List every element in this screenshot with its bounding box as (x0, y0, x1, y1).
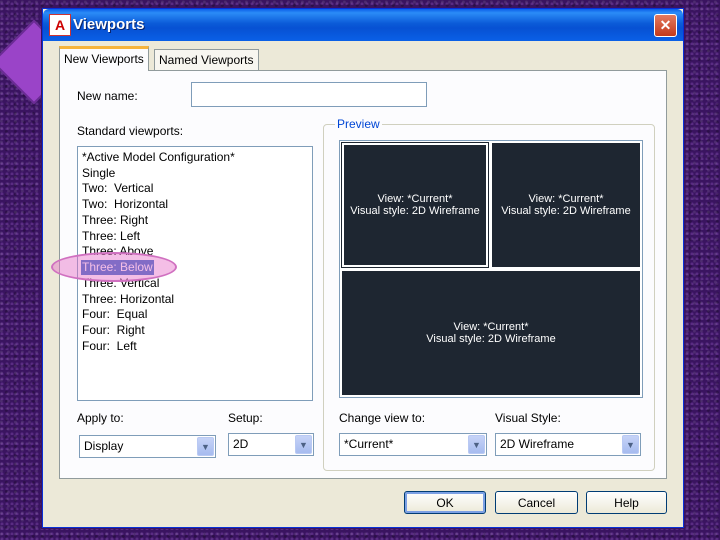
list-item[interactable]: Three: Horizontal (81, 292, 175, 307)
viewport-style-text: Visual style: 2D Wireframe (350, 205, 480, 217)
chevron-down-icon[interactable]: ▼ (197, 437, 214, 456)
new-name-label: New name: (77, 89, 138, 103)
change-view-to-value: *Current* (344, 437, 394, 451)
preview-viewport-bottom[interactable]: View: *Current* Visual style: 2D Wirefra… (342, 271, 640, 395)
setup-value: 2D (233, 437, 249, 451)
setup-label: Setup: (228, 411, 263, 425)
viewport-view-text: View: *Current* (528, 193, 604, 205)
title-bar[interactable]: A Viewports ✕ (43, 9, 683, 41)
list-item[interactable]: Three: Left (81, 229, 141, 244)
chevron-down-icon[interactable]: ▼ (295, 435, 312, 454)
list-item[interactable]: Four: Right (81, 323, 146, 338)
viewport-view-text: View: *Current* (377, 193, 453, 205)
viewport-view-text: View: *Current* (453, 321, 529, 333)
cancel-button[interactable]: Cancel (495, 491, 578, 514)
tab-named-viewports[interactable]: Named Viewports (154, 49, 259, 70)
preview-label: Preview (335, 117, 382, 131)
list-item[interactable]: Four: Equal (81, 307, 148, 322)
preview-viewport-top-left[interactable]: View: *Current* Visual style: 2D Wirefra… (341, 142, 489, 268)
change-view-to-label: Change view to: (339, 411, 426, 425)
viewports-dialog: A Viewports ✕ New Viewports Named Viewpo… (42, 8, 684, 528)
tab-new-viewports[interactable]: New Viewports (59, 46, 149, 71)
viewport-style-text: Visual style: 2D Wireframe (426, 333, 556, 345)
visual-style-label: Visual Style: (495, 411, 561, 425)
close-icon: ✕ (659, 17, 672, 33)
viewport-preview: View: *Current* Visual style: 2D Wirefra… (339, 140, 643, 398)
standard-viewports-label: Standard viewports: (77, 124, 184, 138)
list-item[interactable]: *Active Model Configuration* (81, 150, 236, 165)
list-item[interactable]: Single (81, 166, 116, 181)
selection-highlight-ellipse (51, 252, 177, 282)
change-view-to-dropdown[interactable]: *Current* ▼ (339, 433, 487, 456)
visual-style-dropdown[interactable]: 2D Wireframe ▼ (495, 433, 641, 456)
apply-to-dropdown[interactable]: Display ▼ (79, 435, 216, 458)
list-item[interactable]: Two: Horizontal (81, 197, 169, 212)
list-item[interactable]: Three: Right (81, 213, 149, 228)
visual-style-value: 2D Wireframe (500, 437, 575, 451)
new-name-input[interactable] (191, 82, 427, 107)
preview-viewport-top-right[interactable]: View: *Current* Visual style: 2D Wirefra… (492, 143, 640, 267)
close-button[interactable]: ✕ (654, 14, 677, 37)
viewport-style-text: Visual style: 2D Wireframe (501, 205, 631, 217)
apply-to-value: Display (84, 439, 124, 453)
chevron-down-icon[interactable]: ▼ (468, 435, 485, 454)
list-item[interactable]: Four: Left (81, 339, 138, 354)
setup-dropdown[interactable]: 2D ▼ (228, 433, 314, 456)
chevron-down-icon[interactable]: ▼ (622, 435, 639, 454)
apply-to-label: Apply to: (77, 411, 124, 425)
window-title: Viewports (73, 16, 145, 33)
ok-button[interactable]: OK (404, 491, 486, 514)
help-button[interactable]: Help (586, 491, 667, 514)
autocad-logo-icon: A (49, 14, 71, 36)
list-item[interactable]: Two: Vertical (81, 181, 154, 196)
